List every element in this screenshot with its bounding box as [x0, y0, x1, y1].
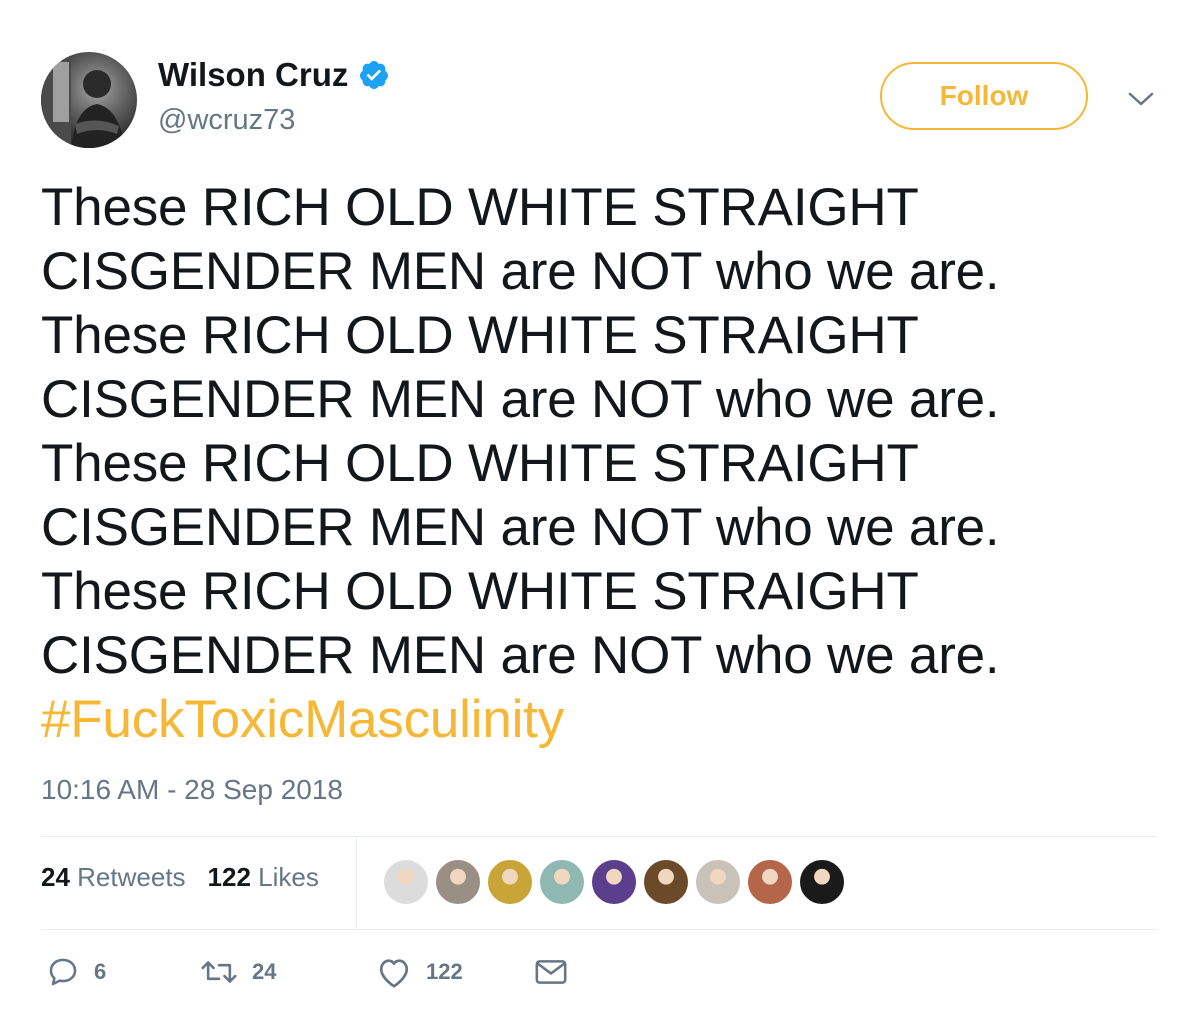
retweets-stat[interactable]: 24 Retweets [41, 862, 186, 893]
liker-avatar[interactable] [382, 858, 430, 906]
retweet-count: 24 [252, 959, 277, 984]
tweet-line: These RICH OLD WHITE STRAIGHT [41, 434, 919, 493]
heart-icon [379, 959, 409, 988]
user-name[interactable]: Wilson Cruz [158, 56, 348, 94]
liker-avatar[interactable] [798, 858, 846, 906]
liker-avatar[interactable] [486, 858, 534, 906]
tweet-line: These RICH OLD WHITE STRAIGHT [41, 306, 919, 365]
reply-button[interactable]: 6 [46, 955, 200, 989]
avatar[interactable] [41, 52, 137, 148]
divider [41, 929, 1157, 930]
user-handle[interactable]: @wcruz73 [158, 104, 295, 137]
retweets-count: 24 [41, 862, 70, 892]
tweet-timestamp[interactable]: 10:16 AM - 28 Sep 2018 [41, 774, 343, 806]
retweet-button[interactable]: 24 [200, 955, 376, 989]
retweet-icon [201, 961, 237, 983]
divider [41, 836, 1157, 837]
like-button[interactable]: 122 [376, 955, 534, 989]
envelope-icon [535, 960, 567, 984]
like-count: 122 [426, 959, 463, 984]
tweet-text: These RICH OLD WHITE STRAIGHT CISGENDER … [41, 176, 1161, 752]
likes-stat[interactable]: 122 Likes [208, 862, 319, 893]
tweet-stats: 24 Retweets 122 Likes [41, 862, 341, 893]
liker-avatar[interactable] [590, 858, 638, 906]
stats-divider [356, 836, 357, 929]
reply-icon [49, 958, 77, 986]
retweets-label: Retweets [77, 862, 186, 892]
user-name-row[interactable]: Wilson Cruz [158, 56, 390, 94]
verified-badge-icon [360, 61, 389, 89]
tweet-line: These RICH OLD WHITE STRAIGHT [41, 178, 919, 237]
liker-avatar[interactable] [434, 858, 482, 906]
liker-avatar[interactable] [538, 858, 586, 906]
hashtag-link[interactable]: #FuckToxicMasculinity [41, 688, 1161, 752]
liker-avatar[interactable] [746, 858, 794, 906]
tweet-actions: 6 24 122 [46, 955, 568, 989]
profile-photo-icon [41, 52, 125, 148]
likes-label: Likes [258, 862, 319, 892]
tweet-line: These RICH OLD WHITE STRAIGHT [41, 562, 919, 621]
likes-count: 122 [207, 862, 251, 892]
likers-avatar-list [382, 858, 850, 906]
direct-message-button[interactable] [534, 957, 568, 987]
liker-avatar[interactable] [642, 858, 690, 906]
tweet-line: CISGENDER MEN are NOT who we are. [41, 626, 1000, 685]
chevron-down-icon[interactable] [1126, 88, 1156, 110]
tweet-line: CISGENDER MEN are NOT who we are. [41, 370, 1000, 429]
liker-avatar[interactable] [694, 858, 742, 906]
tweet-line: CISGENDER MEN are NOT who we are. [41, 242, 1000, 301]
reply-count: 6 [94, 959, 107, 984]
follow-button[interactable]: Follow [880, 62, 1088, 130]
tweet-line: CISGENDER MEN are NOT who we are. [41, 498, 1000, 557]
